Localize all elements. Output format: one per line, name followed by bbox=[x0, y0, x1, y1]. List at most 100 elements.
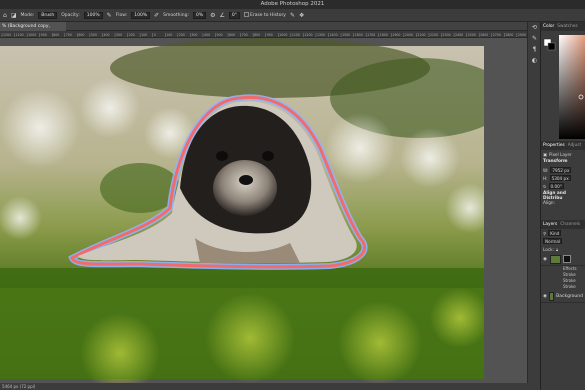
visibility-eye-icon[interactable]: ◉ bbox=[543, 294, 547, 299]
ruler-tick-label: 2600 bbox=[480, 33, 488, 37]
tab-layers[interactable]: Layers bbox=[543, 220, 557, 229]
ruler-tick-label: 600 bbox=[229, 33, 235, 37]
ruler-tick-label: 300 bbox=[191, 33, 197, 37]
ruler-tick-label: 1100 bbox=[292, 33, 300, 37]
ruler-tick-label: 200 bbox=[179, 33, 185, 37]
document-tab[interactable]: % (Background copy, RGB/8) * bbox=[0, 22, 66, 38]
rotate-icon: ↻ bbox=[543, 183, 547, 189]
ruler-tick-label: 2700 bbox=[493, 33, 501, 37]
ruler-tick-label: 2800 bbox=[505, 33, 513, 37]
ruler-tick-label: 600 bbox=[78, 33, 84, 37]
pressure-opacity-icon[interactable]: ✎ bbox=[107, 12, 112, 19]
mode-select[interactable]: Brush bbox=[38, 11, 58, 19]
checkbox-box[interactable] bbox=[244, 12, 250, 17]
ruler-tick-label: 700 bbox=[242, 33, 248, 37]
app-title: Adobe Photoshop 2021 bbox=[260, 1, 325, 7]
properties-spacer bbox=[541, 206, 585, 220]
ruler-tick-label: 1200 bbox=[3, 33, 11, 37]
height-label: H: bbox=[543, 175, 548, 181]
align-row: Align: bbox=[541, 198, 585, 206]
ruler-tick-label: 0 bbox=[154, 33, 156, 37]
ruler-tick-label: 1600 bbox=[355, 33, 363, 37]
opacity-input[interactable]: 100% bbox=[83, 11, 103, 19]
gear-icon[interactable]: ⚙ bbox=[210, 12, 215, 19]
ruler-tick-label: 2100 bbox=[417, 33, 425, 37]
document-image[interactable] bbox=[0, 38, 540, 383]
visibility-eye-icon[interactable]: ◉ bbox=[543, 257, 548, 262]
ruler-tick-label: 900 bbox=[41, 33, 47, 37]
ruler-tick-label: 500 bbox=[216, 33, 222, 37]
tab-channels[interactable]: Channels bbox=[560, 220, 580, 229]
ruler-tick-label: 1400 bbox=[330, 33, 338, 37]
pressure-size-icon[interactable]: ✎ bbox=[290, 12, 295, 19]
tab-swatches[interactable]: Swatches bbox=[557, 22, 578, 31]
search-icon: ⚲ bbox=[543, 230, 547, 236]
ruler-tick-label: 2500 bbox=[468, 33, 476, 37]
color-picker[interactable] bbox=[541, 31, 585, 141]
erase-history-checkbox[interactable]: Erase to History bbox=[244, 12, 286, 18]
ruler-tick-label: 800 bbox=[254, 33, 260, 37]
home-icon[interactable]: ⌂ bbox=[3, 12, 7, 19]
rotation-row: ↻ 0.00° bbox=[541, 182, 585, 190]
tab-adjustments[interactable]: Adjust bbox=[568, 141, 581, 150]
width-input[interactable]: 7952 px bbox=[550, 167, 572, 173]
ruler-tick-label: 900 bbox=[267, 33, 273, 37]
pixel-layer-label: Pixel Layer bbox=[548, 151, 572, 157]
align-header[interactable]: Align and Distribu bbox=[541, 190, 585, 201]
angle-input[interactable]: 0° bbox=[228, 11, 241, 19]
ruler-tick-label: 1100 bbox=[16, 33, 24, 37]
symmetry-icon[interactable]: ❖ bbox=[299, 12, 304, 19]
layers-panel-tabs: Layers Channels bbox=[541, 220, 585, 229]
ruler-tick-label: 300 bbox=[116, 33, 122, 37]
layer-row-background-copy[interactable]: ◉ bbox=[541, 253, 585, 266]
layer-row-background[interactable]: ◉ Background bbox=[541, 290, 585, 303]
canvas-area[interactable] bbox=[0, 38, 540, 383]
ruler-tick-label: 1300 bbox=[317, 33, 325, 37]
align-label: Align: bbox=[543, 199, 555, 205]
flow-label: Flow: bbox=[115, 12, 128, 18]
ruler-tick-label: 1900 bbox=[392, 33, 400, 37]
flow-input[interactable]: 100% bbox=[131, 11, 151, 19]
panel-icon-strip: ⟲ ✎ ¶ ◐ bbox=[527, 22, 540, 383]
ruler-tick-label: 1800 bbox=[380, 33, 388, 37]
blend-mode-select[interactable]: Normal bbox=[543, 238, 563, 244]
kind-filter-select[interactable]: Kind bbox=[548, 230, 562, 236]
ruler-tick-label: 100 bbox=[166, 33, 172, 37]
lock-row: Lock: 🔒︎ bbox=[541, 245, 585, 253]
title-bar: Adobe Photoshop 2021 bbox=[0, 0, 585, 9]
eraser-tool-icon[interactable]: ◪ bbox=[11, 12, 17, 19]
mode-label: Mode: bbox=[20, 12, 35, 18]
rotation-input[interactable]: 0.00° bbox=[548, 183, 564, 189]
ruler-tick-label: 1200 bbox=[304, 33, 312, 37]
ruler-tick-label: 2000 bbox=[405, 33, 413, 37]
tab-properties[interactable]: Properties bbox=[543, 141, 565, 150]
options-bar: ⌂ ◪ Mode: Brush Opacity: 100% ✎ Flow: 10… bbox=[0, 9, 585, 22]
right-panels: Color Swatches Properties Adjust ▣ Pixel… bbox=[540, 22, 585, 390]
pixel-layer-icon: ▣ bbox=[543, 151, 547, 157]
ruler-tick-label: 1000 bbox=[279, 33, 287, 37]
layer-mask-thumbnail[interactable] bbox=[563, 255, 571, 263]
transform-header[interactable]: Transform bbox=[541, 158, 585, 166]
status-bar: 5464 px (72 ppi) bbox=[0, 383, 540, 390]
ruler-tick-label: 400 bbox=[103, 33, 109, 37]
properties-panel-tabs: Properties Adjust bbox=[541, 141, 585, 150]
height-input[interactable]: 5304 px bbox=[549, 175, 571, 181]
background-swatch bbox=[547, 42, 556, 51]
color-field[interactable] bbox=[541, 31, 585, 141]
ruler-tick-label: 500 bbox=[91, 33, 97, 37]
width-label: W: bbox=[543, 167, 549, 173]
smoothing-input[interactable]: 0% bbox=[192, 11, 207, 19]
ruler-tick-label: 1000 bbox=[28, 33, 36, 37]
height-row: H: 5304 px bbox=[541, 174, 585, 182]
lock-icon[interactable]: 🔒︎ bbox=[556, 247, 558, 252]
tab-color[interactable]: Color bbox=[543, 22, 554, 31]
layer-name: Background bbox=[556, 293, 583, 299]
airbrush-icon[interactable]: ✐ bbox=[154, 12, 159, 19]
ruler-tick-label: 200 bbox=[129, 33, 135, 37]
document-dimensions: 5464 px (72 ppi) bbox=[2, 384, 36, 389]
ruler-tick-label: 2300 bbox=[443, 33, 451, 37]
pixel-layer-row: ▣ Pixel Layer bbox=[541, 150, 585, 158]
layer-filter-row: ⚲ Kind bbox=[541, 229, 585, 237]
ruler-tick-label: 1500 bbox=[342, 33, 350, 37]
ruler-tick-label: 2200 bbox=[430, 33, 438, 37]
